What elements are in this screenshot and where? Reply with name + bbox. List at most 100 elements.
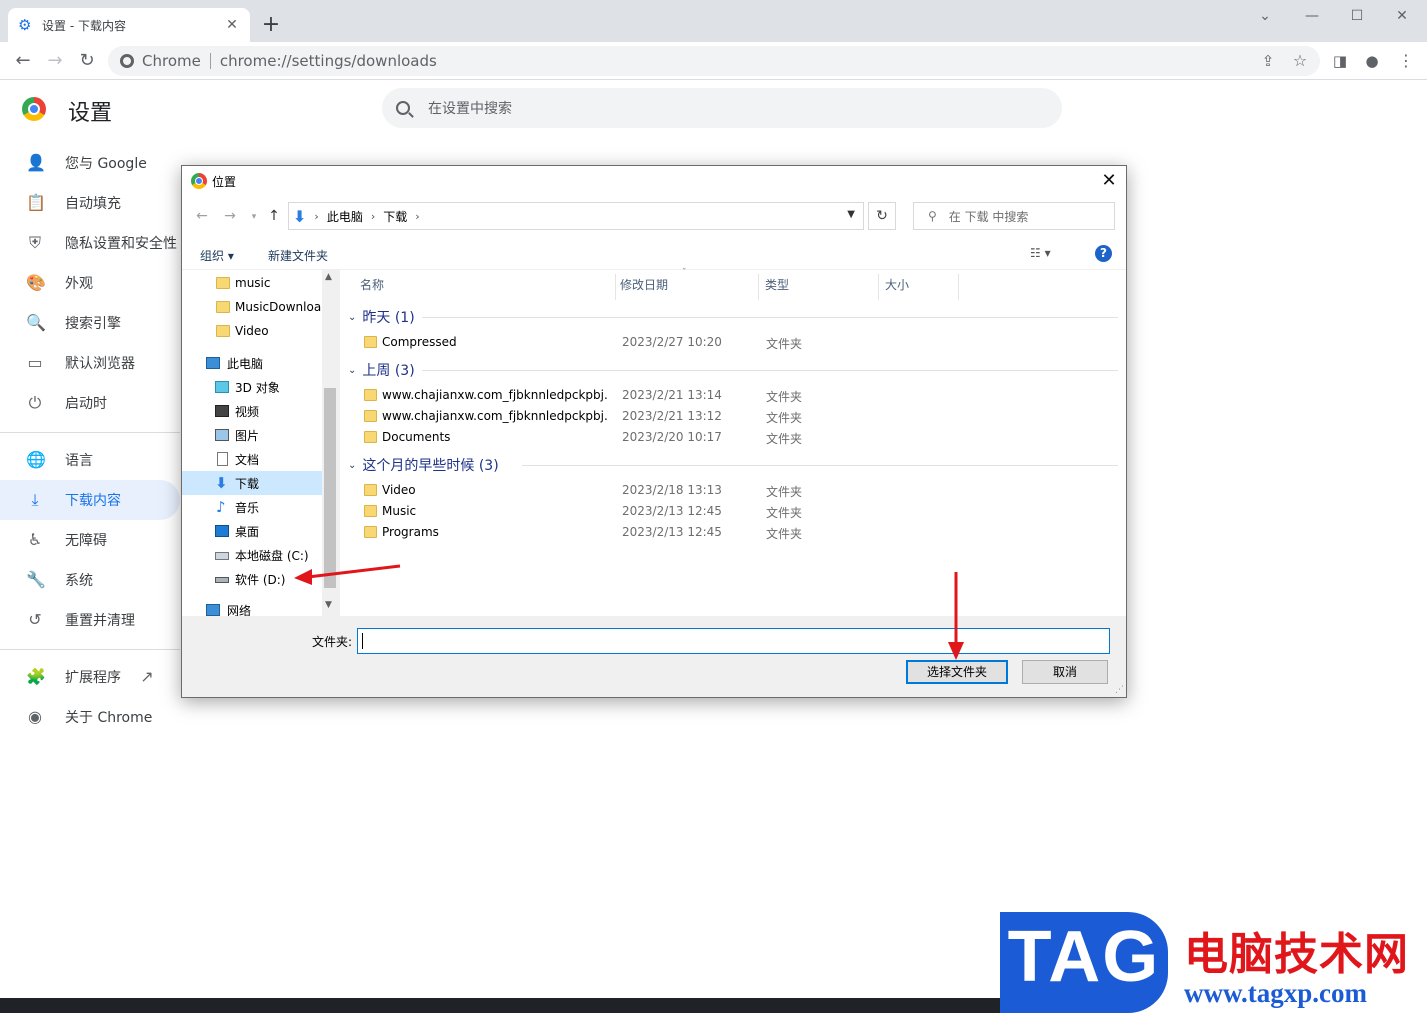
search-icon <box>396 101 410 115</box>
list-item[interactable]: Programs 2023/2/13 12:45 文件夹 <box>360 522 1120 543</box>
dialog-search-input[interactable]: ⚲ 在 下载 中搜索 <box>913 202 1115 230</box>
chevron-down-icon[interactable]: ▼ <box>847 209 855 220</box>
nav-item[interactable]: 3D 对象 <box>182 375 322 399</box>
close-window-button[interactable]: ✕ <box>1387 6 1417 26</box>
dialog-close-button[interactable]: ✕ <box>1098 170 1120 192</box>
dialog-titlebar: 位置 ✕ <box>182 166 1126 196</box>
scroll-up-icon[interactable]: ▲ <box>325 272 332 282</box>
group-header[interactable]: ⌄ 上周 (3) <box>348 359 415 381</box>
sidebar-item-appearance[interactable]: 🎨 外观 <box>0 263 180 303</box>
dialog-command-bar: 组织 ▾ 新建文件夹 ☷ ▾ ? <box>182 238 1126 270</box>
address-breadcrumb[interactable]: ⬇ › 此电脑 › 下载 › ▼ <box>288 202 864 230</box>
help-icon[interactable]: ? <box>1095 245 1112 262</box>
column-header-type[interactable]: 类型 <box>759 274 879 300</box>
organize-menu[interactable]: 组织 ▾ <box>200 247 234 264</box>
nav-item-downloads[interactable]: ⬇ 下载 <box>182 471 322 495</box>
new-tab-button[interactable]: + <box>260 14 282 36</box>
reload-button[interactable]: ↻ <box>76 50 98 72</box>
tab-settings[interactable]: ⚙ 设置 - 下载内容 ✕ <box>8 8 250 42</box>
folder-name-input[interactable] <box>357 628 1110 654</box>
new-folder-button[interactable]: 新建文件夹 <box>268 247 328 264</box>
scrollbar-thumb[interactable] <box>324 388 336 588</box>
nav-item[interactable]: 视频 <box>182 399 322 423</box>
sidebar-item-search-engine[interactable]: 🔍 搜索引擎 <box>0 303 180 343</box>
refresh-button[interactable]: ↻ <box>868 202 896 230</box>
bookmark-star-icon[interactable]: ☆ <box>1289 50 1311 72</box>
profile-avatar-icon[interactable]: ● <box>1361 50 1383 72</box>
settings-search-input[interactable]: 在设置中搜索 <box>382 88 1062 128</box>
breadcrumb-this-pc[interactable]: 此电脑 <box>327 208 363 225</box>
chevron-down-icon: ⌄ <box>348 364 357 376</box>
breadcrumb-downloads[interactable]: 下载 <box>383 208 407 225</box>
file-date: 2023/2/13 12:45 <box>622 504 722 518</box>
sidebar-item-downloads[interactable]: ⤓ 下载内容 <box>0 480 180 520</box>
scroll-down-icon[interactable]: ▼ <box>325 600 332 610</box>
file-name: Documents <box>382 430 451 444</box>
tab-title: 设置 - 下载内容 <box>42 18 126 33</box>
cancel-button[interactable]: 取消 <box>1022 660 1108 684</box>
sidebar-item-extensions[interactable]: 🧩 扩展程序 ↗ <box>0 657 180 697</box>
close-tab-icon[interactable]: ✕ <box>224 17 240 33</box>
forward-button[interactable]: → <box>44 50 66 72</box>
sidebar-item-privacy[interactable]: ⛨ 隐私设置和安全性 <box>0 223 180 263</box>
watermark-site-name: 电脑技术网 <box>1184 929 1409 980</box>
nav-item[interactable]: music <box>182 271 322 295</box>
recent-locations-icon[interactable]: ▾ <box>246 212 262 222</box>
nav-item[interactable]: 桌面 <box>182 519 322 543</box>
group-header[interactable]: ⌄ 昨天 (1) <box>348 306 415 328</box>
nav-item[interactable]: 此电脑 <box>182 351 322 375</box>
list-item[interactable]: Music 2023/2/13 12:45 文件夹 <box>360 501 1120 522</box>
watermark-tag-text: TAG <box>1007 917 1161 997</box>
nav-item-label: Video <box>235 324 269 338</box>
omnibox-scheme: Chrome <box>142 52 201 70</box>
menu-kebab-icon[interactable]: ⋮ <box>1395 50 1417 72</box>
back-button[interactable]: ← <box>12 50 34 72</box>
sidebar-item-label: 关于 Chrome <box>65 710 153 726</box>
list-item[interactable]: www.chajianxw.com_fjbknnledpckpbj... 202… <box>360 385 1120 406</box>
select-folder-button[interactable]: 选择文件夹 <box>906 660 1008 684</box>
up-arrow-icon[interactable]: ↑ <box>266 208 282 224</box>
resize-grip-icon[interactable]: ⋰ <box>1115 685 1124 695</box>
sidebar-item-label: 默认浏览器 <box>65 356 135 372</box>
file-type: 文件夹 <box>766 390 803 404</box>
column-header-name[interactable]: 名称 <box>354 274 616 300</box>
list-item[interactable]: Compressed 2023/2/27 10:20 文件夹 <box>360 332 1120 353</box>
view-options-icon[interactable]: ☷ ▾ <box>1030 246 1051 260</box>
list-item[interactable]: www.chajianxw.com_fjbknnledpckpbj... 202… <box>360 406 1120 427</box>
sidebar-item-languages[interactable]: 🌐 语言 <box>0 440 180 480</box>
list-item[interactable]: Documents 2023/2/20 10:17 文件夹 <box>360 427 1120 448</box>
group-header[interactable]: ⌄ 这个月的早些时候 (3) <box>348 454 499 476</box>
forward-arrow-icon[interactable]: → <box>222 208 238 224</box>
sidebar-item-system[interactable]: 🔧 系统 <box>0 560 180 600</box>
sidebar-item-google[interactable]: 👤 您与 Google <box>0 143 180 183</box>
address-bar[interactable]: Chrome chrome://settings/downloads <box>108 46 1320 76</box>
nav-item[interactable]: 网络 <box>182 598 322 616</box>
sidebar-item-on-startup[interactable]: ⏻ 启动时 <box>0 383 180 423</box>
sidebar-item-default-browser[interactable]: ▭ 默认浏览器 <box>0 343 180 383</box>
share-icon[interactable]: ⇪ <box>1257 50 1279 72</box>
nav-item[interactable]: Video <box>182 319 322 343</box>
list-item[interactable]: Video 2023/2/18 13:13 文件夹 <box>360 480 1120 501</box>
shield-icon: ⛨ <box>28 233 41 252</box>
nav-item[interactable]: MusicDownloa <box>182 295 322 319</box>
tab-search-icon[interactable]: ⌄ <box>1250 6 1280 26</box>
nav-item-label: MusicDownloa <box>235 300 322 314</box>
sidebar-item-about[interactable]: ◉ 关于 Chrome <box>0 697 180 737</box>
nav-item[interactable]: 文档 <box>182 447 322 471</box>
folder-icon <box>364 410 377 422</box>
sidebar-item-autofill[interactable]: 📋 自动填充 <box>0 183 180 223</box>
column-header-size[interactable]: 大小 <box>879 274 959 300</box>
sidebar-item-accessibility[interactable]: ♿ 无障碍 <box>0 520 180 560</box>
nav-item-label: 软件 (D:) <box>235 572 286 587</box>
accessibility-icon: ♿ <box>27 530 43 549</box>
desktop-icon <box>215 525 229 537</box>
nav-item[interactable]: ♪ 音乐 <box>182 495 322 519</box>
file-name: Compressed <box>382 335 457 349</box>
minimize-button[interactable]: — <box>1297 6 1327 26</box>
omnibox-url: chrome://settings/downloads <box>219 52 437 70</box>
back-arrow-icon[interactable]: ← <box>194 208 210 224</box>
sidebar-item-reset[interactable]: ↺ 重置并清理 <box>0 600 180 640</box>
side-panel-icon[interactable]: ◨ <box>1329 50 1351 72</box>
maximize-button[interactable]: ☐ <box>1342 6 1372 26</box>
nav-item[interactable]: 图片 <box>182 423 322 447</box>
